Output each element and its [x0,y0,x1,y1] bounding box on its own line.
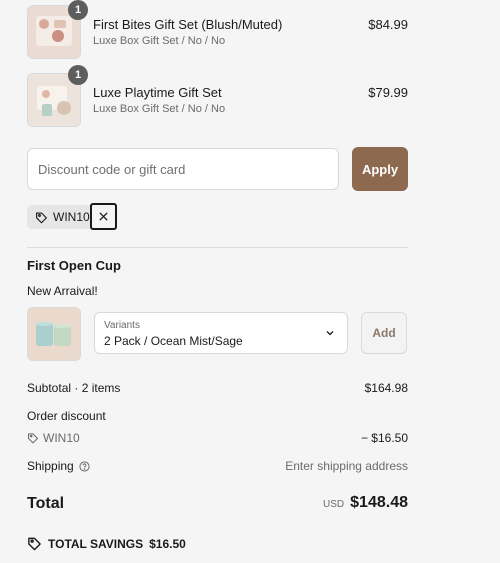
item-title: Luxe Playtime Gift Set [93,85,222,100]
shipping-value: Enter shipping address [285,459,408,473]
tag-icon [27,432,39,444]
total-label: Total [27,495,65,512]
apply-button[interactable]: Apply [352,147,408,191]
divider [27,247,408,248]
shipping-label: Shipping [27,459,74,473]
summary-discount-code: WIN10 [27,431,80,445]
discount-code-text: WIN10 [43,431,80,445]
variants-value: 2 Pack / Ocean Mist/Sage [104,334,243,348]
item-variant: Luxe Box Gift Set / No / No [93,103,226,115]
total-savings: TOTAL SAVINGS $16.50 [27,536,186,551]
applied-discount-chip: WIN10 [27,205,93,229]
item-title: First Bites Gift Set (Blush/Muted) [93,17,283,32]
currency-code: USD [323,499,345,510]
variants-select[interactable]: Variants 2 Pack / Ocean Mist/Sage [94,312,348,354]
item-variant: Luxe Box Gift Set / No / No [93,35,226,47]
item-price: $79.99 [368,85,408,100]
applied-discount-code: WIN10 [53,210,90,224]
close-icon [98,211,109,222]
total-savings-label: TOTAL SAVINGS [48,536,144,551]
chevron-down-icon [325,328,335,338]
add-upsell-button[interactable]: Add [361,312,407,354]
quantity-badge: 1 [68,65,88,85]
tag-icon [27,536,42,551]
discount-code-input[interactable] [27,148,339,190]
shipping-row: Shipping [27,459,90,473]
upsell-title: First Open Cup [27,258,121,273]
variants-label: Variants [104,320,140,331]
tag-icon [35,211,48,224]
total-savings-value: $16.50 [149,536,186,551]
subtotal-label: Subtotal · 2 items [27,381,121,395]
discount-amount: − $16.50 [360,431,408,445]
remove-discount-button[interactable] [90,203,117,230]
upsell-subtitle: New Arraival! [27,284,98,298]
help-icon[interactable] [79,460,90,472]
total-value: $148.48 [350,494,408,511]
item-price: $84.99 [368,17,408,32]
order-discount-label: Order discount [27,409,106,423]
upsell-product-thumbnail [27,307,81,361]
total-amount: USD $148.48 [323,494,408,512]
quantity-badge: 1 [68,0,88,20]
subtotal-value: $164.98 [364,381,408,395]
